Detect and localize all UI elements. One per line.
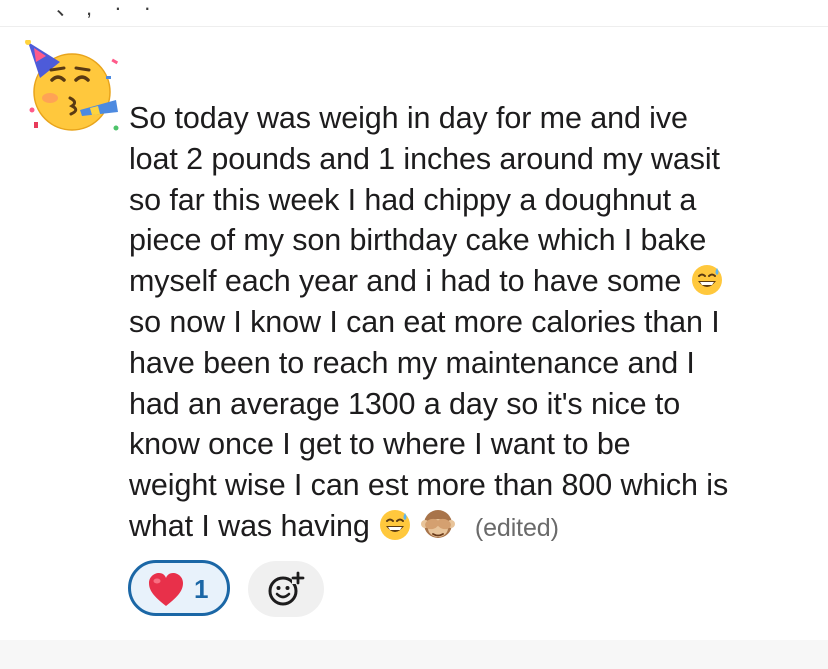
message-body: So today was weigh in day for me and ive… — [129, 98, 819, 549]
message-line: so far this week I had chippy a doughnut… — [129, 182, 697, 217]
grinning-sweat-icon — [691, 265, 722, 296]
reaction-count: 1 — [194, 574, 209, 604]
message-line-text: what I was having — [129, 508, 370, 543]
message-line: had an average 1300 a day so it's nice t… — [129, 386, 681, 421]
add-reaction-icon — [268, 571, 305, 606]
message-line: what I was having (edited) — [129, 506, 819, 549]
add-reaction-button[interactable] — [248, 561, 324, 617]
message-line: know once I get to where I want to be — [129, 427, 631, 462]
heart-reaction-button[interactable]: 1 — [128, 560, 230, 616]
previous-message-edge: 、, · · — [0, 0, 828, 27]
avatar[interactable] — [24, 39, 124, 135]
message-line: piece of my son birthday cake which I ba… — [129, 223, 707, 258]
message-line: so now I know I can eat more calories th… — [129, 304, 720, 339]
message-line: myself each year and i had to have some — [129, 261, 819, 302]
message-view: 、, · · So today was weigh in day for me … — [0, 0, 828, 669]
message-line: weight wise I can est more than 800 whic… — [129, 468, 729, 503]
message-line: have been to reach my maintenance and I — [129, 345, 695, 380]
message-line-text: myself each year and i had to have some — [129, 264, 682, 299]
heart-icon — [149, 573, 183, 606]
edited-label: (edited) — [474, 513, 559, 542]
message-line: loat 2 pounds and 1 inches around my was… — [129, 141, 720, 176]
next-message-edge — [0, 640, 828, 669]
see-no-evil-monkey-icon — [420, 509, 455, 538]
grinning-sweat-icon — [380, 509, 411, 540]
previous-message-text: 、, · · — [56, 0, 159, 20]
partying-face-icon — [25, 39, 119, 131]
message-line: So today was weigh in day for me and ive — [129, 101, 688, 135]
